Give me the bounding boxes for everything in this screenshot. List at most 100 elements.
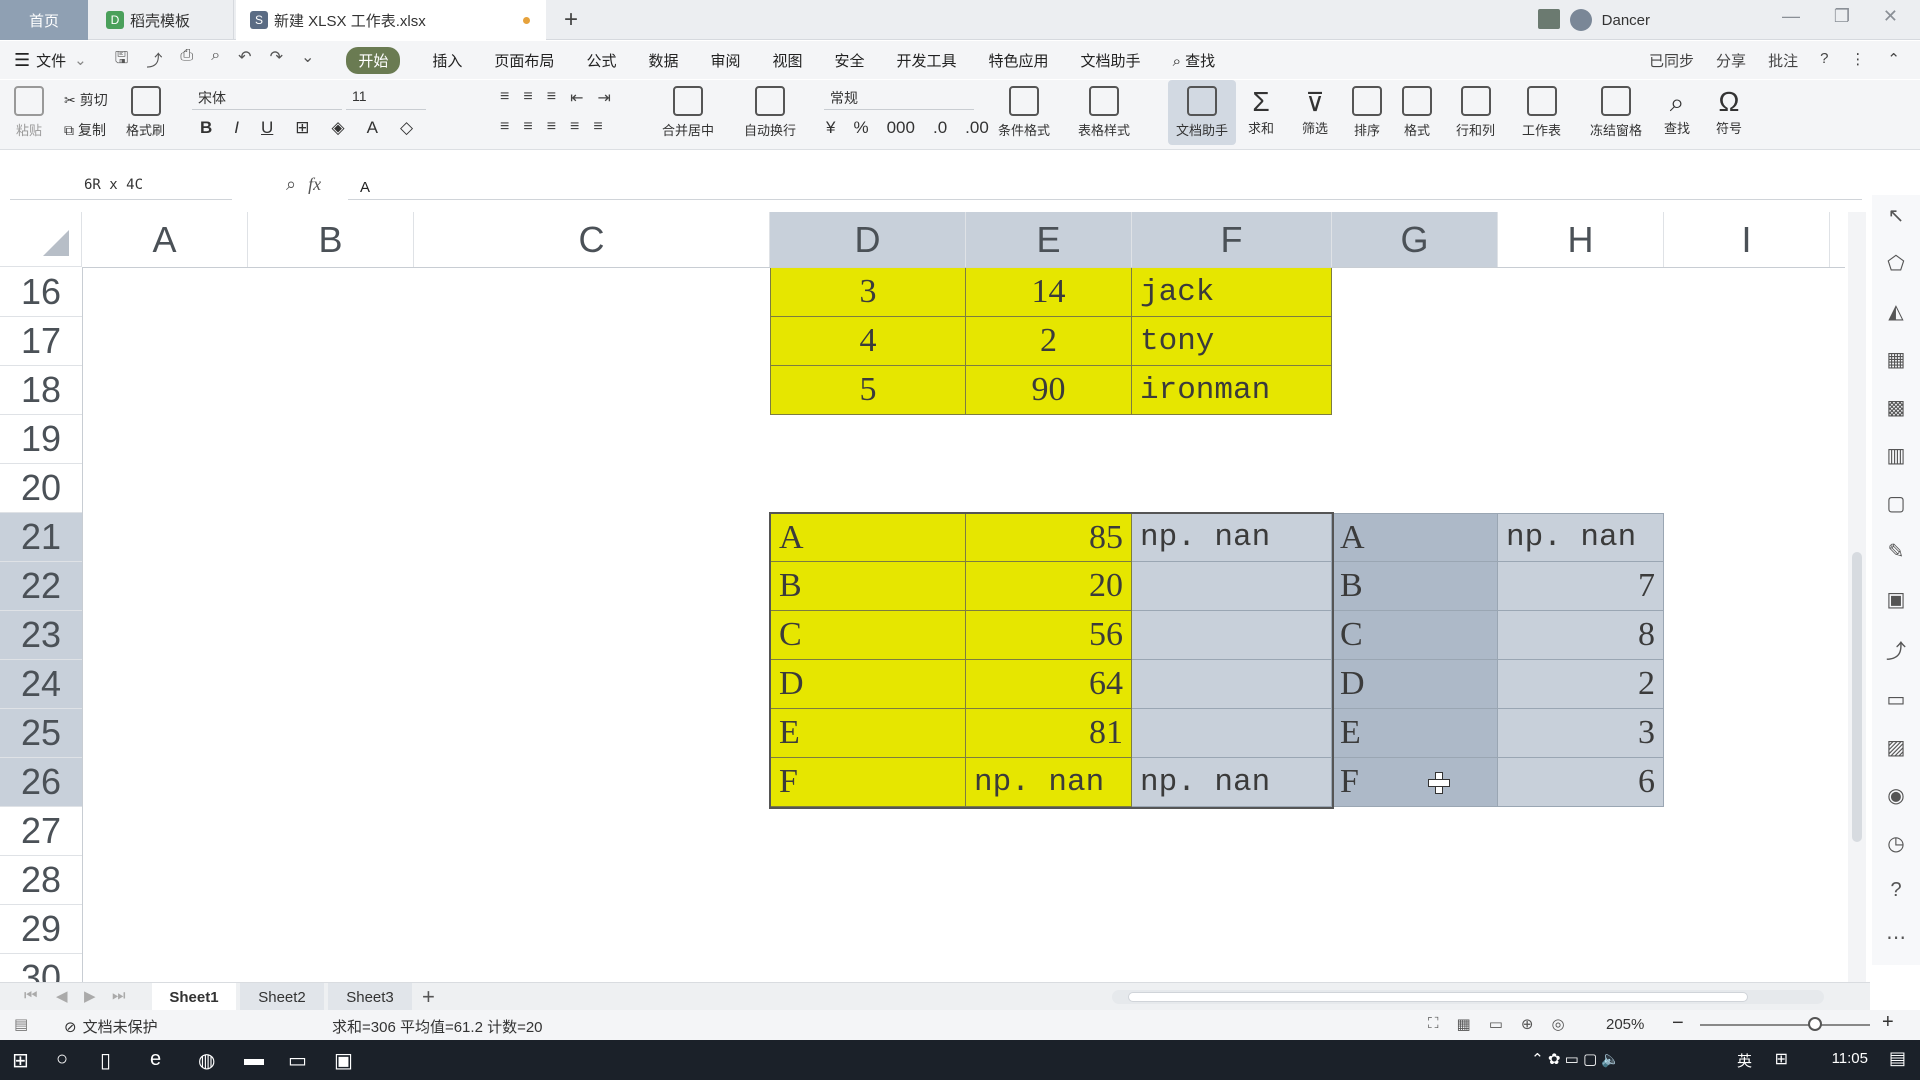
tab-docer-templates[interactable]: D 稻壳模板 [92, 0, 234, 40]
zoom-in-button[interactable]: + [1882, 1011, 1894, 1034]
status-doc-icon[interactable]: ▤ [14, 1015, 28, 1033]
formula-input[interactable]: A [348, 172, 1862, 200]
help-icon[interactable]: ? [1820, 50, 1828, 71]
cell-e25[interactable]: 81 [966, 709, 1132, 758]
cell-d21[interactable]: A [770, 513, 966, 562]
history-icon[interactable]: ◷ [1887, 831, 1904, 856]
fill-color-icon[interactable]: ◈ [332, 118, 345, 138]
cell-d23[interactable]: C [770, 611, 966, 660]
cell-e26[interactable]: np. nan [966, 758, 1132, 807]
align-left-icon[interactable]: ≡ [500, 118, 509, 136]
file-explorer-icon[interactable]: ▬ [244, 1048, 264, 1071]
protection-status[interactable]: ⊘ 文档未保护 [64, 1016, 158, 1037]
cell-f24[interactable] [1132, 660, 1332, 709]
cell-f17[interactable]: tony [1132, 317, 1332, 366]
more-options-icon[interactable]: ⋯ [1886, 925, 1906, 950]
redo-icon[interactable]: ↷ [270, 47, 283, 74]
symbol-button[interactable]: Ω 符号 [1716, 86, 1742, 137]
tab-workbook[interactable]: S 新建 XLSX 工作表.xlsx [236, 0, 546, 40]
cell-f21[interactable]: np. nan [1132, 513, 1332, 562]
col-header-h[interactable]: H [1498, 212, 1664, 267]
sheet-tab-3[interactable]: Sheet3 [328, 983, 412, 1011]
export-icon[interactable]: ⤴ [146, 47, 162, 74]
italic-button[interactable]: I [234, 118, 239, 138]
zoom-level[interactable]: 205% [1606, 1016, 1644, 1033]
menu-data[interactable]: 数据 [648, 50, 678, 71]
font-color-icon[interactable]: A [367, 118, 378, 138]
windows-start-icon[interactable]: ⊞ [12, 1048, 29, 1073]
decrease-decimal-icon[interactable]: .00 [965, 118, 989, 138]
row-header-18[interactable]: 18 [0, 366, 82, 415]
cut-button[interactable]: ✂ 剪切 [64, 90, 108, 110]
style-icon[interactable]: ◭ [1888, 299, 1903, 324]
file-menu[interactable]: ☰ 文件 ⌄ [14, 50, 87, 71]
cell-g24[interactable]: D [1332, 660, 1498, 709]
normal-view-icon[interactable]: ▦ [1457, 1015, 1471, 1033]
cell-e22[interactable]: 20 [966, 562, 1132, 611]
cell-f25[interactable] [1132, 709, 1332, 758]
thousands-icon[interactable]: 000 [887, 118, 915, 138]
chrome-icon[interactable]: ◍ [198, 1048, 215, 1073]
freeze-panes-button[interactable]: 冻结窗格 [1590, 86, 1642, 139]
align-center-icon[interactable]: ≡ [523, 118, 532, 136]
customize-icon[interactable]: ⌄ [301, 47, 314, 74]
cell-g25[interactable]: E [1332, 709, 1498, 758]
align-bottom-icon[interactable]: ≡ [547, 88, 556, 108]
menu-insert[interactable]: 插入 [432, 50, 462, 71]
archive-icon[interactable]: ▭ [1887, 687, 1906, 712]
underline-button[interactable]: U [261, 118, 273, 138]
zoom-slider[interactable] [1700, 1017, 1870, 1031]
backup-icon[interactable]: ◉ [1887, 783, 1904, 808]
close-button[interactable]: ✕ [1883, 6, 1898, 27]
cell-d25[interactable]: E [770, 709, 966, 758]
menu-doc-assistant[interactable]: 文档助手 [1081, 50, 1141, 71]
first-sheet-icon[interactable]: ⏮ [24, 987, 38, 1004]
help-circle-icon[interactable]: ? [1890, 879, 1901, 902]
cell-f23[interactable] [1132, 611, 1332, 660]
row-header-25[interactable]: 25 [0, 709, 82, 758]
sort-button[interactable]: 排序 [1352, 86, 1382, 139]
sidebar-tool-icon[interactable]: ▢ [1887, 491, 1906, 516]
cell-e24[interactable]: 64 [966, 660, 1132, 709]
picture-frame-icon[interactable]: ▣ [1887, 587, 1906, 612]
more-icon[interactable]: ⋮ [1850, 50, 1865, 71]
input-language[interactable]: 英 [1737, 1050, 1752, 1071]
col-header-f[interactable]: F [1132, 212, 1332, 267]
wrap-text-button[interactable]: 自动换行 [744, 86, 796, 139]
maximize-button[interactable]: ❐ [1834, 6, 1850, 27]
col-header-g[interactable]: G [1332, 212, 1498, 267]
row-header-16[interactable]: 16 [0, 268, 82, 317]
worksheet-button[interactable]: 工作表 [1522, 86, 1561, 139]
row-header-26[interactable]: 26 [0, 758, 82, 807]
cell-f22[interactable] [1132, 562, 1332, 611]
row-header-29[interactable]: 29 [0, 905, 82, 954]
conditional-format-button[interactable]: 条件格式 [998, 86, 1050, 139]
col-header-b[interactable]: B [248, 212, 414, 267]
indent-increase-icon[interactable]: ⇥ [597, 88, 610, 108]
doc-assistant-button[interactable]: 文档助手 [1168, 80, 1237, 145]
font-size-select[interactable]: 11 [346, 88, 426, 110]
print-icon[interactable]: ⎙ [180, 47, 193, 74]
notification-icon[interactable]: ▤ [1889, 1048, 1906, 1069]
increase-decimal-icon[interactable]: .0 [933, 118, 947, 138]
chart-icon[interactable]: ▥ [1887, 443, 1906, 468]
col-header-e[interactable]: E [966, 212, 1132, 267]
zoom-slider-knob[interactable] [1808, 1017, 1822, 1031]
shapes-icon[interactable]: ⬠ [1887, 251, 1904, 276]
cell-g23[interactable]: C [1332, 611, 1498, 660]
col-header-a[interactable]: A [82, 212, 248, 267]
page-break-icon[interactable]: ⊕ [1521, 1015, 1534, 1033]
row-header-30[interactable]: 30 [0, 954, 82, 982]
cell-e21[interactable]: 85 [966, 513, 1132, 562]
save-icon[interactable]: 🖫 [115, 47, 129, 74]
share-button[interactable]: 分享 [1716, 50, 1746, 71]
row-header-19[interactable]: 19 [0, 415, 82, 464]
cell-d18[interactable]: 5 [770, 366, 966, 415]
table-style-button[interactable]: 表格样式 [1078, 86, 1130, 139]
font-family-select[interactable]: 宋体 [192, 88, 342, 110]
cell-h24[interactable]: 2 [1498, 660, 1664, 709]
horizontal-scroll-thumb[interactable] [1128, 992, 1748, 1002]
new-tab-button[interactable]: + [564, 6, 578, 34]
col-header-c[interactable]: C [414, 212, 770, 267]
cell-e16[interactable]: 14 [966, 268, 1132, 317]
